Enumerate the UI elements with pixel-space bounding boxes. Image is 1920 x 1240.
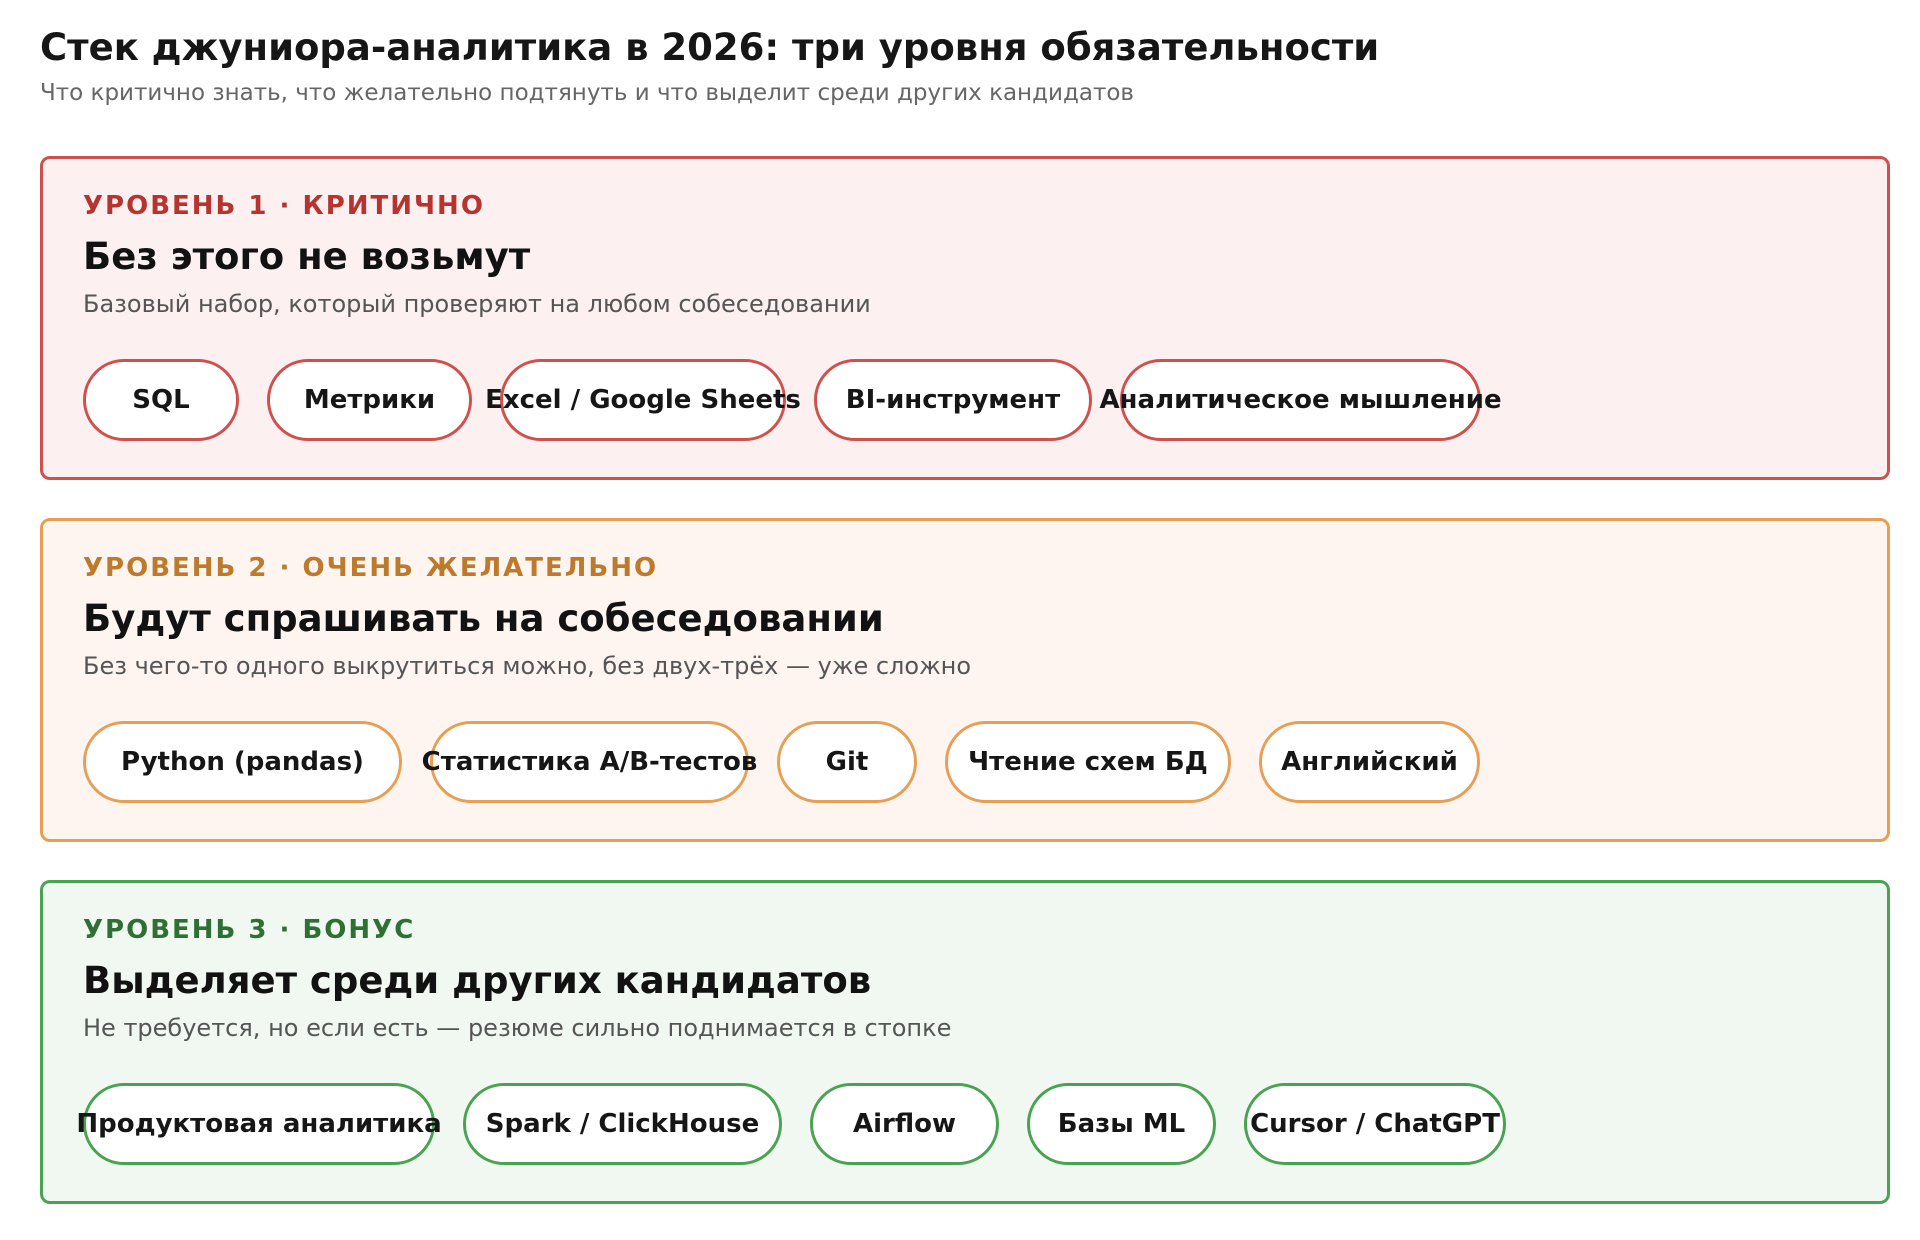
skill-chip-bi-tool: BI-инструмент <box>814 359 1092 441</box>
skill-chip-ab-stats: Статистика A/B-тестов <box>422 721 757 803</box>
skill-chip-db-schemas: Чтение схем БД <box>945 721 1231 803</box>
skill-chip-python: Python (pandas) <box>83 721 402 803</box>
tier-1-label: УРОВЕНЬ 1 · КРИТИЧНО <box>83 191 485 221</box>
skill-chip-git: Git <box>777 721 917 803</box>
tier-2-card: УРОВЕНЬ 2 · ОЧЕНЬ ЖЕЛАТЕЛЬНО Будут спраш… <box>40 518 1890 842</box>
tier-1-description: Базовый набор, который проверяют на любо… <box>83 290 871 318</box>
tier-1-skills: SQL Метрики Excel / Google Sheets BI-инс… <box>83 359 1847 441</box>
skill-chip-english: Английский <box>1259 721 1480 803</box>
skill-chip-cursor-chatgpt: Cursor / ChatGPT <box>1244 1083 1506 1165</box>
tier-1-card: УРОВЕНЬ 1 · КРИТИЧНО Без этого не возьму… <box>40 156 1890 480</box>
tier-3-label: УРОВЕНЬ 3 · БОНУС <box>83 915 416 945</box>
tiers-list: УРОВЕНЬ 1 · КРИТИЧНО Без этого не возьму… <box>40 156 1892 1204</box>
tier-3-skills: Продуктовая аналитика Spark / ClickHouse… <box>76 1083 1847 1165</box>
tier-3-description: Не требуется, но если есть — резюме силь… <box>83 1014 952 1042</box>
page-subtitle: Что критично знать, что желательно подтя… <box>40 80 1134 106</box>
skill-chip-excel: Excel / Google Sheets <box>485 359 801 441</box>
tier-3-card: УРОВЕНЬ 3 · БОНУС Выделяет среди других … <box>40 880 1890 1204</box>
skill-chip-product-analytics: Продуктовая аналитика <box>76 1083 442 1165</box>
skill-chip-spark-clickhouse: Spark / ClickHouse <box>463 1083 782 1165</box>
skill-chip-ml-basics: Базы ML <box>1027 1083 1216 1165</box>
skill-chip-sql: SQL <box>83 359 239 441</box>
page-title: Стек джуниора-аналитика в 2026: три уров… <box>40 26 1380 69</box>
skill-chip-airflow: Airflow <box>810 1083 999 1165</box>
tier-2-heading: Будут спрашивать на собеседовании <box>83 597 884 640</box>
skill-chip-metrics: Метрики <box>267 359 472 441</box>
tier-2-label: УРОВЕНЬ 2 · ОЧЕНЬ ЖЕЛАТЕЛЬНО <box>83 553 659 583</box>
tier-1-heading: Без этого не возьмут <box>83 235 531 278</box>
tier-2-description: Без чего-то одного выкрутиться можно, бе… <box>83 652 972 680</box>
skill-chip-analytical-thinking: Аналитическое мышление <box>1099 359 1502 441</box>
tier-2-skills: Python (pandas) Статистика A/B-тестов Gi… <box>83 721 1847 803</box>
page: Стек джуниора-аналитика в 2026: три уров… <box>0 0 1920 1240</box>
tier-3-heading: Выделяет среди других кандидатов <box>83 959 872 1002</box>
